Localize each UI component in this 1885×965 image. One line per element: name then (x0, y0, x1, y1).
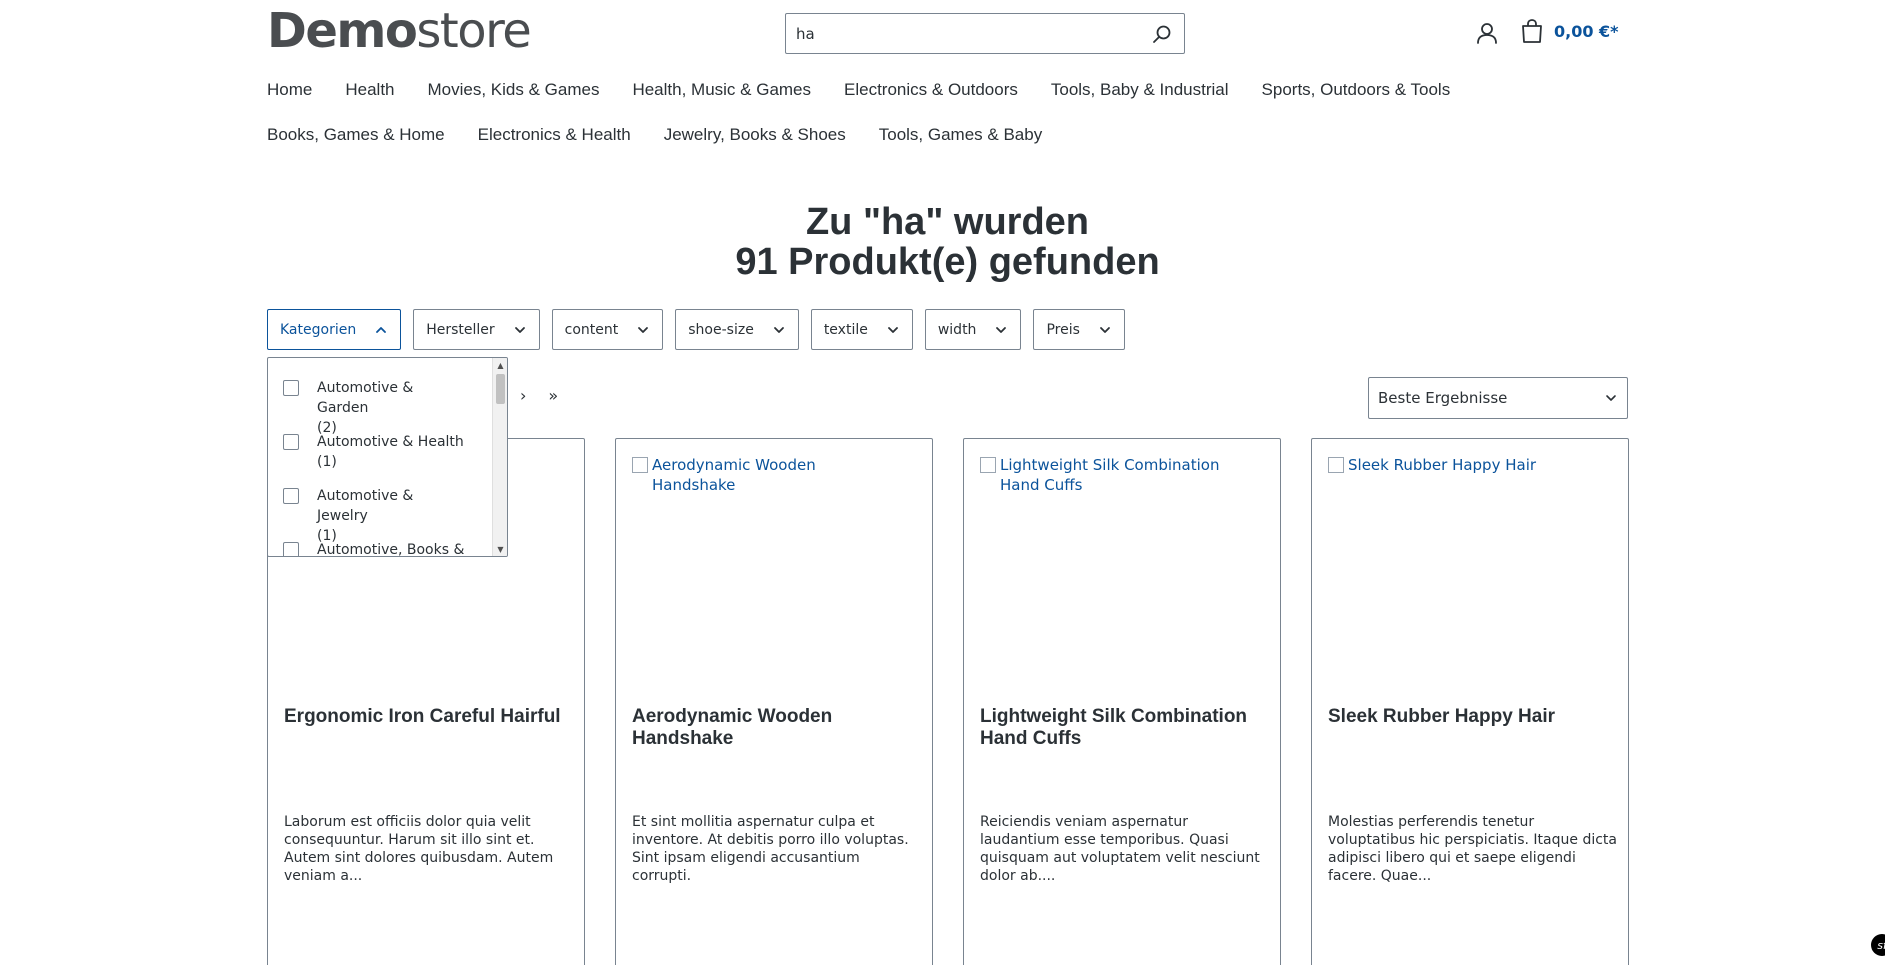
category-option-name: Automotive, Books & (317, 542, 465, 557)
product-description: Reiciendis veniam aspernatur laudantium … (980, 814, 1260, 884)
scroll-up-arrow-icon[interactable]: ▲ (493, 358, 507, 372)
category-option[interactable]: Automotive & Garden (2) (283, 378, 467, 438)
cart-button[interactable]: 0,00 €* (1520, 18, 1619, 44)
product-card: Aerodynamic Wooden Handshake Aerodynamic… (615, 438, 933, 965)
scrollbar-thumb[interactable] (496, 374, 505, 404)
category-checkbox[interactable] (283, 434, 299, 450)
product-description: Molestias perferendis tenetur voluptatib… (1328, 814, 1617, 884)
product-image-alt-text: Lightweight Silk Combination Hand Cuffs (1000, 456, 1220, 494)
filter-shoe-size-label: shoe-size (688, 321, 754, 338)
filter-bar: Kategorien Hersteller content shoe-size … (267, 309, 1125, 350)
user-icon (1477, 23, 1497, 44)
account-button[interactable] (1474, 20, 1500, 46)
product-image-alt-text: Sleek Rubber Happy Hair (1348, 456, 1537, 474)
category-option[interactable]: Automotive & Jewelry (1) (283, 486, 467, 546)
title-line-2: 91 Produkt(e) gefunden (735, 241, 1160, 283)
search-results-title: Zu "ha" wurden 91 Produkt(e) gefunden (0, 202, 1885, 282)
filter-content[interactable]: content (551, 309, 664, 350)
product-name[interactable]: Aerodynamic Wooden Handshake (632, 706, 917, 750)
filter-preis[interactable]: Preis (1033, 309, 1125, 350)
cart-total: 0,00 €* (1554, 21, 1619, 41)
filter-shoe-size[interactable]: shoe-size (675, 309, 799, 350)
nav-item-tools-games-baby[interactable]: Tools, Games & Baby (879, 125, 1042, 145)
scroll-down-arrow-icon[interactable]: ▼ (493, 542, 507, 556)
nav-item-electronics-health[interactable]: Electronics & Health (478, 125, 631, 145)
pagination: › » (520, 386, 558, 405)
broken-image-icon (632, 457, 648, 473)
broken-image-icon (1328, 457, 1344, 473)
shopping-bag-icon (1522, 19, 1542, 43)
category-checkbox[interactable] (283, 542, 299, 556)
filter-preis-label: Preis (1046, 321, 1080, 338)
chevron-up-icon (376, 326, 387, 333)
chevron-down-icon (1606, 395, 1616, 401)
main-nav-row-2: Books, Games & Home Electronics & Health… (267, 125, 1627, 145)
product-image[interactable]: Sleek Rubber Happy Hair (1328, 455, 1598, 475)
category-option-name: Automotive & Garden (317, 380, 414, 416)
product-name[interactable]: Lightweight Silk Combination Hand Cuffs (980, 706, 1265, 750)
nav-item-tools-baby-industrial[interactable]: Tools, Baby & Industrial (1051, 80, 1229, 100)
filter-kategorien[interactable]: Kategorien (267, 309, 402, 350)
category-checkbox[interactable] (283, 380, 299, 396)
product-card: Sleek Rubber Happy Hair Sleek Rubber Hap… (1311, 438, 1629, 965)
chevron-down-icon (996, 326, 1007, 333)
category-option-label: Automotive & Jewelry (1) (317, 486, 467, 546)
search-button[interactable] (1140, 14, 1184, 53)
nav-item-electronics-outdoors[interactable]: Electronics & Outdoors (844, 80, 1018, 100)
chevron-down-icon (1099, 326, 1110, 333)
category-option-label: Automotive & Garden (2) (317, 378, 467, 438)
nav-item-books-games-home[interactable]: Books, Games & Home (267, 125, 445, 145)
chevron-down-icon (638, 326, 649, 333)
dropdown-scrollbar[interactable]: ▲ ▼ (492, 358, 507, 556)
category-option-label: Automotive, Books & (317, 540, 467, 557)
logo-light-text: store (416, 3, 531, 59)
category-option[interactable]: Automotive & Health (1) (283, 432, 467, 472)
category-filter-dropdown: Automotive & Garden (2) Automotive & Hea… (267, 357, 508, 557)
nav-item-jewelry-books-shoes[interactable]: Jewelry, Books & Shoes (664, 125, 846, 145)
nav-item-movies-kids-games[interactable]: Movies, Kids & Games (428, 80, 600, 100)
logo-bold-text: Demo (267, 3, 418, 59)
category-option-label: Automotive & Health (1) (317, 432, 467, 472)
nav-item-sports-outdoors-tools[interactable]: Sports, Outdoors & Tools (1262, 80, 1451, 100)
sort-select[interactable]: Beste Ergebnisse (1368, 377, 1628, 419)
product-name[interactable]: Ergonomic Iron Careful Hairful (284, 706, 569, 728)
product-description: Et sint mollitia aspernatur culpa et inv… (632, 814, 909, 884)
pagination-last[interactable]: » (548, 386, 558, 405)
chevron-down-icon (887, 326, 898, 333)
filter-hersteller[interactable]: Hersteller (413, 309, 540, 350)
chevron-down-icon (773, 326, 784, 333)
search-box (785, 13, 1185, 54)
product-image[interactable]: Lightweight Silk Combination Hand Cuffs (980, 455, 1250, 495)
filter-width-label: width (937, 321, 977, 338)
store-logo[interactable]: Demo store (267, 3, 532, 59)
category-option-count: (1) (317, 454, 337, 470)
sort-selected-value: Beste Ergebnisse (1378, 389, 1508, 407)
pagination-next[interactable]: › (520, 386, 526, 405)
category-option-name: Automotive & Health (317, 434, 464, 450)
filter-width[interactable]: width (924, 309, 1022, 350)
nav-item-home[interactable]: Home (267, 80, 312, 100)
product-name[interactable]: Sleek Rubber Happy Hair (1328, 706, 1613, 728)
product-image-alt-text: Aerodynamic Wooden Handshake (652, 456, 816, 494)
nav-item-health-music-games[interactable]: Health, Music & Games (632, 80, 811, 100)
main-nav-row-1: Home Health Movies, Kids & Games Health,… (267, 80, 1627, 100)
category-option-name: Automotive & Jewelry (317, 488, 414, 524)
category-checkbox[interactable] (283, 488, 299, 504)
product-image[interactable]: Aerodynamic Wooden Handshake (632, 455, 902, 495)
filter-kategorien-label: Kategorien (280, 321, 357, 338)
title-line-1: Zu "ha" wurden (805, 201, 1090, 243)
broken-image-icon (980, 457, 996, 473)
symfony-toolbar-icon[interactable]: sf (1871, 934, 1885, 956)
nav-item-health[interactable]: Health (345, 80, 394, 100)
filter-content-label: content (564, 321, 619, 338)
search-input[interactable] (786, 14, 1140, 53)
filter-textile[interactable]: textile (810, 309, 913, 350)
chevron-down-icon (514, 326, 525, 333)
filter-textile-label: textile (823, 321, 868, 338)
category-option[interactable]: Automotive, Books & (283, 540, 467, 557)
search-icon (1153, 25, 1171, 43)
filter-hersteller-label: Hersteller (426, 321, 495, 338)
product-card: Lightweight Silk Combination Hand Cuffs … (963, 438, 1281, 965)
product-description: Laborum est officiis dolor quia velit co… (284, 814, 554, 884)
